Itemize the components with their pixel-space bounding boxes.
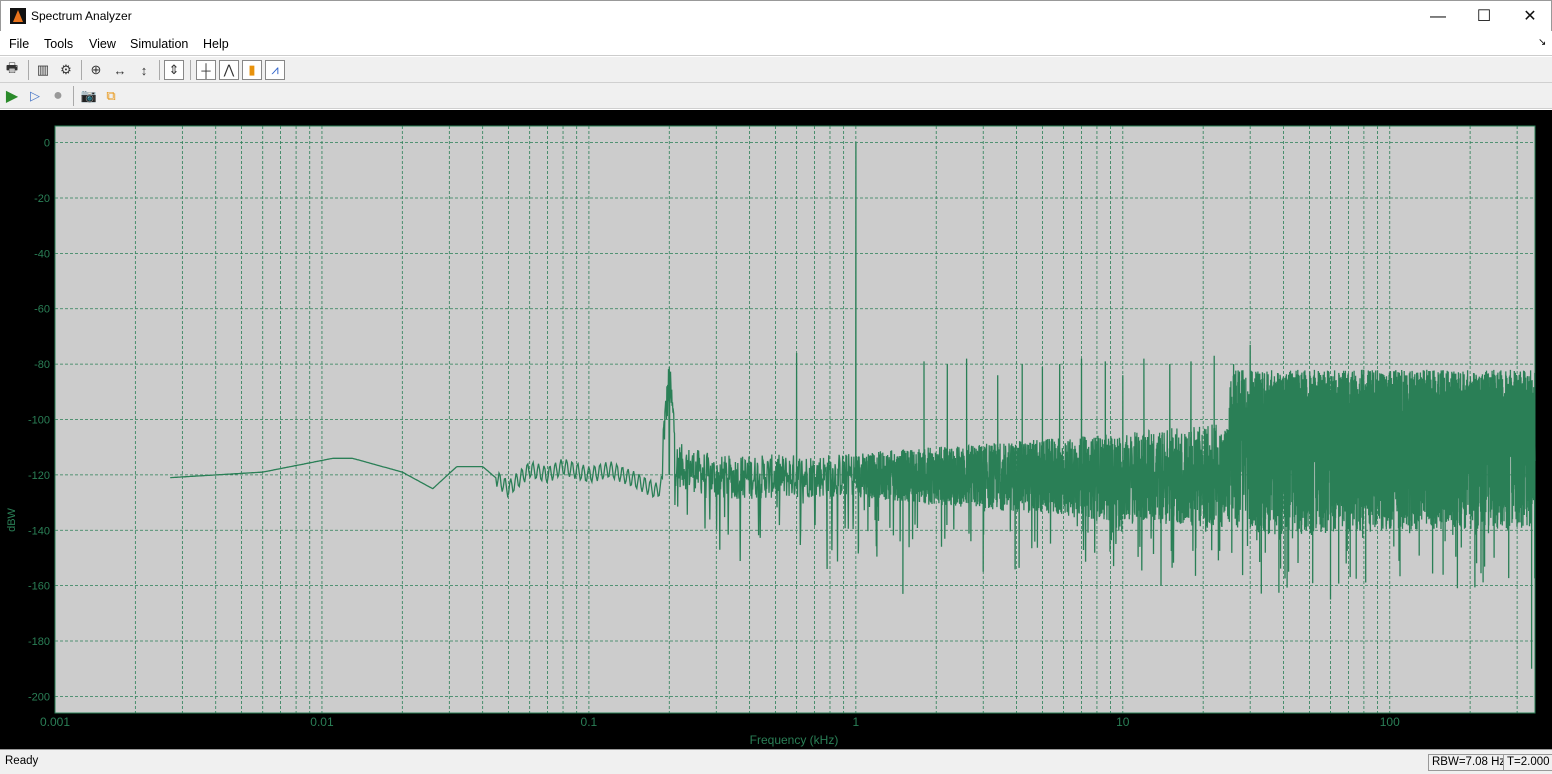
separator [73, 86, 74, 106]
x-axis-label: Frequency (kHz) [750, 733, 839, 747]
minimize-button[interactable]: — [1415, 1, 1461, 32]
x-tick-label: 1 [853, 715, 860, 729]
spectrum-display: 0 -20 -40 -60 -80 -100 -120 -140 -160 -180 -200 0.0… [0, 110, 1552, 749]
x-tick-label: 100 [1380, 715, 1400, 729]
zoom-in-icon[interactable]: ⊕ [86, 60, 106, 80]
channel-measurements-icon[interactable]: ▮ [242, 60, 262, 80]
y-tick-label: -200 [28, 691, 50, 703]
maximize-button[interactable]: ☐ [1461, 1, 1507, 32]
snapshot-icon[interactable]: 📷 [79, 86, 99, 106]
separator [81, 60, 82, 80]
menu-bar: File Tools View Simulation Help ↘ [0, 31, 1552, 56]
close-button[interactable]: ✕ [1507, 1, 1552, 32]
peak-finder-icon[interactable]: ⋀ [219, 60, 239, 80]
menu-simulation[interactable]: Simulation [130, 37, 188, 51]
menu-file[interactable]: File [9, 37, 29, 51]
spectrum-plot[interactable]: 0 -20 -40 -60 -80 -100 -120 -140 -160 -180 -200 0.0… [0, 110, 1552, 749]
separator [159, 60, 160, 80]
cursor-measurements-icon[interactable]: ┼ [196, 60, 216, 80]
x-tick-label: 10 [1116, 715, 1130, 729]
x-tick-label: 0.001 [40, 715, 70, 729]
y-tick-label: -120 [28, 470, 50, 482]
title-bar: Spectrum Analyzer — ☐ ✕ [0, 0, 1552, 31]
y-tick-label: -160 [28, 581, 50, 593]
status-text: Ready [5, 755, 39, 767]
print-icon[interactable]: 🖶 [2, 60, 22, 80]
y-tick-label: -80 [34, 359, 50, 371]
y-axis-label: dBW [6, 507, 18, 531]
menu-help[interactable]: Help [203, 37, 229, 51]
scale-axes-icon[interactable]: ⇕ [164, 60, 184, 80]
menu-tools[interactable]: Tools [44, 37, 73, 51]
rbw-readout: RBW=7.08 Hz [1428, 754, 1510, 771]
window-title: Spectrum Analyzer [31, 9, 132, 23]
zoom-y-icon[interactable]: ↕ [134, 60, 154, 80]
spectrum-settings-icon[interactable]: ▥ [33, 60, 53, 80]
separator [28, 60, 29, 80]
highlight-block-icon[interactable]: ⧉ [101, 86, 121, 106]
step-forward-icon[interactable]: ▷ [25, 86, 45, 106]
toolbar-main: 🖶 ▥ ⚙ ⊕ ↔ ↕ ⇕ ┼ ⋀ ▮ ⩘ [0, 57, 1552, 83]
y-tick-label: -40 [34, 248, 50, 260]
x-tick-label: 0.1 [581, 715, 598, 729]
settings-gear-icon[interactable]: ⚙ [56, 60, 76, 80]
y-tick-label: 0 [44, 138, 50, 150]
dock-arrow-icon[interactable]: ↘ [1538, 37, 1546, 48]
y-tick-label: -100 [28, 415, 50, 427]
separator [190, 60, 191, 80]
y-tick-label: -20 [34, 193, 50, 205]
menu-view[interactable]: View [89, 37, 116, 51]
stop-icon[interactable]: ● [48, 86, 68, 106]
y-tick-label: -180 [28, 636, 50, 648]
y-tick-label: -140 [28, 525, 50, 537]
distortion-measurements-icon[interactable]: ⩘ [265, 60, 285, 80]
matlab-logo-icon [10, 8, 26, 24]
status-bar: Ready RBW=7.08 Hz T=2.000 [0, 749, 1552, 774]
x-tick-label: 0.01 [310, 715, 334, 729]
zoom-x-icon[interactable]: ↔ [110, 60, 130, 80]
run-icon[interactable]: ▶ [2, 86, 22, 106]
time-readout: T=2.000 [1503, 754, 1552, 771]
y-tick-label: -60 [34, 304, 50, 316]
toolbar-simulation: ▶ ▷ ● 📷 ⧉ [0, 83, 1552, 109]
